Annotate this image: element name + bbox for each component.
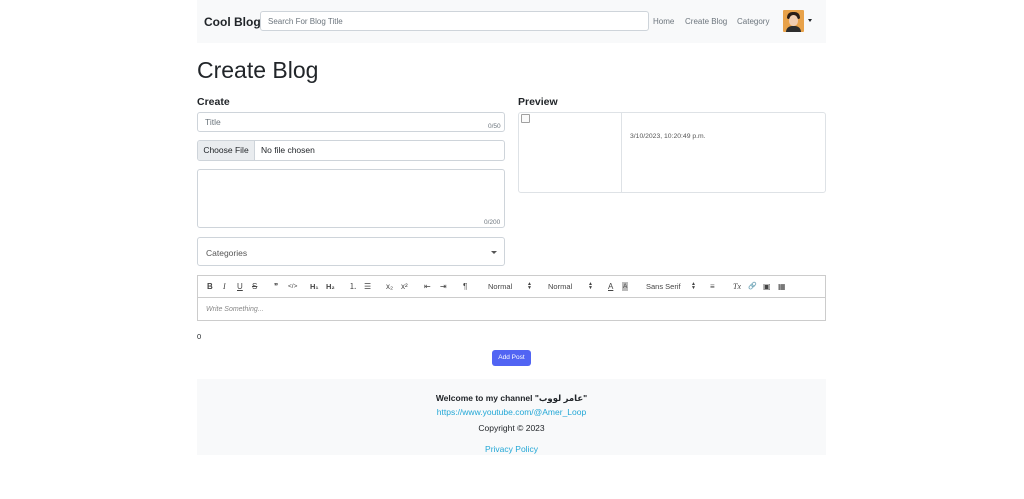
text-color-button[interactable]: A (608, 282, 613, 291)
superscript-button[interactable]: x² (401, 282, 408, 291)
navbar: Cool Blog Home Create Blog Category (197, 0, 826, 43)
ordered-list-button[interactable]: ⒈ (349, 282, 357, 291)
youtube-link[interactable]: https://www.youtube.com/@Amer_Loop (197, 407, 826, 417)
file-status: No file chosen (261, 145, 315, 155)
description-counter: 0/200 (484, 219, 501, 226)
categories-placeholder: Categories (206, 248, 248, 258)
select-arrow-icon (491, 251, 497, 254)
nav-link-create-blog[interactable]: Create Blog (685, 17, 727, 26)
brand-logo[interactable]: Cool Blog (204, 15, 261, 29)
add-post-button[interactable]: Add Post (492, 350, 531, 366)
strike-button[interactable]: S (252, 282, 257, 291)
choose-file-button[interactable]: Choose File (198, 141, 255, 160)
header-2-button[interactable]: H₂ (326, 282, 335, 291)
bullet-list-button[interactable]: ☰ (364, 282, 371, 291)
title-counter: 0/50 (488, 123, 501, 130)
code-block-button[interactable]: </> (288, 282, 297, 291)
footer-copyright: Copyright © 2023 (478, 423, 545, 433)
footer: Welcome to my channel "عامر لووب" https:… (197, 379, 826, 455)
privacy-policy-link[interactable]: Privacy Policy (197, 444, 826, 454)
broken-image-icon (521, 114, 530, 123)
page-title: Create Blog (197, 57, 319, 83)
nav-link-home[interactable]: Home (653, 17, 674, 26)
rich-text-editor: B I U S ❞ </> H₁ H₂ ⒈ ☰ x₂ x² ⇤ ⇥ ¶ Norm… (197, 275, 826, 321)
header-select[interactable]: Normal (548, 282, 572, 291)
font-select-arrows-icon: ▲ ▼ (691, 281, 696, 291)
background-color-button[interactable]: A (622, 282, 629, 291)
title-input[interactable] (197, 112, 505, 132)
create-heading: Create (197, 96, 230, 108)
avatar-body (786, 26, 801, 32)
underline-button[interactable]: U (237, 282, 243, 291)
footer-welcome: Welcome to my channel "عامر لووب" (435, 393, 588, 403)
editor-content[interactable]: Write Something... (206, 306, 264, 313)
indent-button[interactable]: ⇥ (440, 282, 447, 291)
outdent-button[interactable]: ⇤ (424, 282, 431, 291)
dropdown-caret-icon[interactable] (808, 19, 812, 22)
header-select-arrows-icon: ▲ ▼ (588, 281, 593, 291)
nav-link-category[interactable]: Category (737, 17, 769, 26)
bold-button[interactable]: B (207, 282, 213, 291)
preview-date: 3/10/2023, 10:20:49 p.m. (630, 133, 706, 140)
text-direction-button[interactable]: ¶ (463, 282, 467, 291)
preview-heading: Preview (518, 96, 558, 108)
size-select-arrows-icon: ▲ ▼ (527, 281, 532, 291)
blockquote-button[interactable]: ❞ (274, 282, 278, 291)
categories-select[interactable]: Categories (197, 237, 505, 266)
description-textarea[interactable] (197, 169, 505, 228)
font-select[interactable]: Sans Serif (646, 282, 681, 291)
italic-button[interactable]: I (223, 282, 226, 291)
header-1-button[interactable]: H₁ (310, 282, 319, 291)
preview-card: 3/10/2023, 10:20:49 p.m. (518, 112, 826, 193)
character-count: 0 (197, 332, 202, 341)
clean-format-button[interactable]: Tx (733, 282, 741, 291)
search-input[interactable] (260, 11, 649, 31)
editor-toolbar: B I U S ❞ </> H₁ H₂ ⒈ ☰ x₂ x² ⇤ ⇥ ¶ Norm… (198, 276, 825, 298)
file-input[interactable]: Choose File No file chosen (197, 140, 505, 161)
video-button[interactable]: ▦ (778, 282, 786, 291)
user-avatar[interactable] (783, 10, 804, 32)
subscript-button[interactable]: x₂ (386, 282, 393, 291)
align-button[interactable]: ≡ (710, 282, 715, 291)
preview-image (519, 113, 622, 192)
image-button[interactable]: ▣ (763, 282, 771, 291)
avatar-face (789, 15, 798, 26)
size-select[interactable]: Normal (488, 282, 512, 291)
link-button[interactable]: 🔗 (748, 282, 757, 291)
